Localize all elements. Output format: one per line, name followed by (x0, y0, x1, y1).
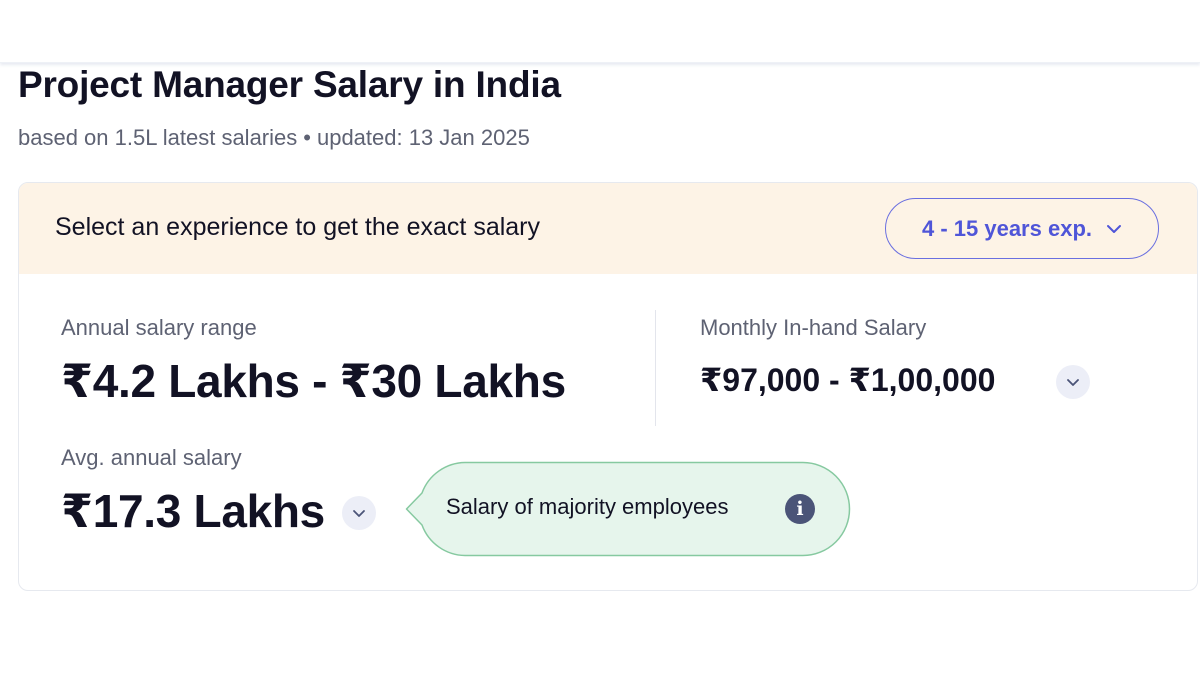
experience-prompt: Select an experience to get the exact sa… (55, 213, 541, 241)
annual-range-value: ₹4.2 Lakhs - ₹30 Lakhs (61, 355, 566, 407)
annual-range-label: Annual salary range (61, 315, 257, 340)
monthly-inhand-value: ₹97,000 - ₹1,00,000 (700, 362, 996, 398)
separator-dot: • (303, 125, 311, 150)
salary-count-text: based on 1.5L latest salaries (18, 125, 298, 150)
average-salary-label: Avg. annual salary (61, 445, 242, 470)
majority-salary-tooltip: Salary of majority employees i (405, 461, 851, 557)
top-navigation-bar (0, 0, 1200, 63)
monthly-inhand-expand-button[interactable] (1056, 365, 1090, 399)
info-icon[interactable]: i (785, 494, 815, 524)
updated-date-text: updated: 13 Jan 2025 (316, 125, 530, 150)
page-subtitle: based on 1.5L latest salaries • updated: 1… (18, 124, 530, 152)
page-title: Project Manager Salary in India (18, 64, 561, 105)
average-salary-value: ₹17.3 Lakhs (61, 485, 325, 537)
experience-dropdown-value: 4 - 15 years exp. (921, 215, 1092, 241)
column-divider (655, 310, 656, 426)
salary-card: Select an experience to get the exact sa… (18, 182, 1198, 591)
experience-selector-bar: Select an experience to get the exact sa… (19, 183, 1197, 274)
chevron-down-icon (352, 509, 366, 518)
average-salary-expand-button[interactable] (342, 496, 376, 530)
experience-dropdown[interactable]: 4 - 15 years exp. (885, 198, 1159, 259)
chevron-down-icon (1106, 224, 1122, 234)
tooltip-text: Salary of majority employees (446, 494, 729, 519)
chevron-down-icon (1066, 378, 1080, 387)
monthly-inhand-label: Monthly In-hand Salary (700, 315, 927, 340)
